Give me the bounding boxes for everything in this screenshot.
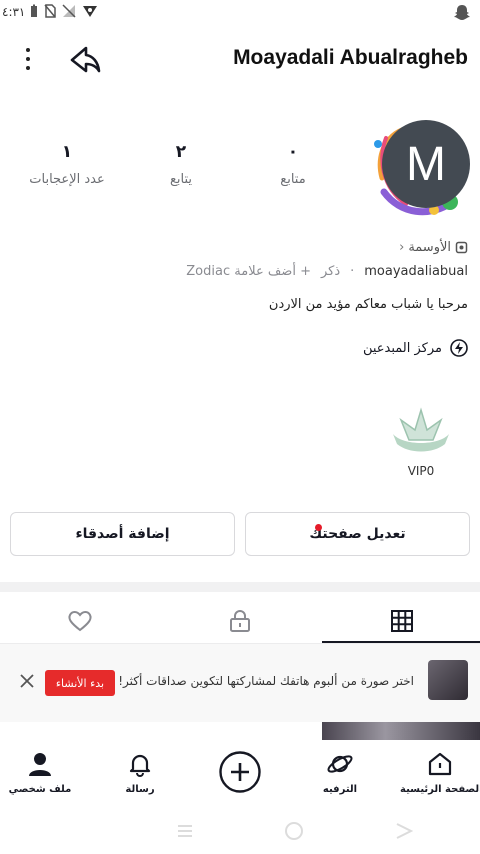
home-button-icon[interactable] xyxy=(284,821,304,841)
nav-home-label: الصفحة الرئيسية xyxy=(400,784,480,795)
add-friends-button[interactable]: إضافة أصدقاء xyxy=(10,512,235,556)
dot-separator: · xyxy=(350,264,355,279)
back-icon[interactable] xyxy=(394,821,414,841)
start-creating-button[interactable]: بدء الأنشاء xyxy=(45,670,115,696)
likes-stat[interactable]: ١ عدد الإعجابات xyxy=(12,142,122,187)
chevron-left-icon: ‹ xyxy=(399,240,405,255)
banner-thumbnail xyxy=(428,660,468,700)
status-icons xyxy=(30,4,98,18)
following-label: يتابع xyxy=(169,172,193,187)
nav-home[interactable]: الصفحة الرئيسية xyxy=(400,750,480,795)
lock-icon xyxy=(230,610,250,632)
signal-off-icon xyxy=(62,4,76,18)
following-count: ٢ xyxy=(175,142,187,162)
lightning-icon xyxy=(450,339,468,357)
username-handle: moayadaliabual xyxy=(364,264,468,279)
planet-icon xyxy=(327,755,353,773)
nav-create[interactable] xyxy=(200,750,280,798)
followers-stat[interactable]: ٠ متابع xyxy=(238,142,348,187)
tab-videos[interactable] xyxy=(322,598,480,644)
grid-icon xyxy=(391,610,413,632)
status-bar: ٤:٣١ xyxy=(0,0,480,26)
banner-text: اختر صورة من ألبوم هاتفك لمشاركتها لتكوي… xyxy=(118,674,414,688)
close-icon[interactable] xyxy=(18,672,36,690)
likes-label: عدد الإعجابات xyxy=(29,172,105,187)
bottom-nav: الصفحة الرئيسية الترفيه رسالة ملف شخصي xyxy=(0,740,480,814)
vip-crest-icon xyxy=(393,407,449,452)
notification-dot xyxy=(315,524,322,531)
battery-icon xyxy=(31,4,37,17)
avatar-frame[interactable]: M xyxy=(360,118,472,224)
avatar: M xyxy=(382,120,470,208)
recent-apps-icon[interactable] xyxy=(176,822,194,840)
plus-icon xyxy=(219,751,261,793)
add-zodiac-tag[interactable]: + أضف علامة Zodiac xyxy=(186,264,311,279)
bio-text: مرحبا يا شباب معاكم مؤيد من الاردن xyxy=(268,297,468,312)
edit-profile-button[interactable]: تعديل صفحتك xyxy=(245,512,470,556)
followers-label: متابع xyxy=(280,172,306,187)
creator-center-link[interactable]: مركز المبدعين xyxy=(363,339,468,357)
nav-entertainment-label: الترفيه xyxy=(322,784,358,795)
tab-liked[interactable] xyxy=(0,598,160,644)
badge-icon xyxy=(455,241,468,254)
badges-label: الأوسمة xyxy=(408,240,451,255)
nav-entertainment[interactable]: الترفيه xyxy=(300,750,380,795)
followers-count: ٠ xyxy=(287,142,299,162)
photo-suggestion-banner: اختر صورة من ألبوم هاتفك لمشاركتها لتكوي… xyxy=(0,644,480,722)
home-icon xyxy=(428,752,452,776)
status-time: ٤:٣١ xyxy=(2,5,26,19)
likes-count: ١ xyxy=(61,142,73,162)
bell-icon xyxy=(129,754,151,777)
add-friends-label: إضافة أصدقاء xyxy=(75,526,170,542)
person-icon xyxy=(29,753,51,776)
share-icon[interactable] xyxy=(66,42,104,76)
following-stat[interactable]: ٢ يتابع xyxy=(126,142,236,187)
video-thumbnail[interactable] xyxy=(322,722,480,740)
profile-info-row: moayadaliabual · ذكر + أضف علامة Zodiac xyxy=(186,264,468,279)
badges-link[interactable]: الأوسمة ‹ xyxy=(399,240,468,255)
gender-label: ذكر xyxy=(320,264,341,279)
tab-private[interactable] xyxy=(160,598,320,644)
edit-profile-label: تعديل صفحتك xyxy=(309,526,406,542)
more-options-button[interactable] xyxy=(16,44,40,74)
vpn-icon xyxy=(83,6,97,17)
vip-label: VIP0 xyxy=(407,464,435,478)
creator-center-label: مركز المبدعين xyxy=(362,340,442,356)
nav-profile-label: ملف شخصي xyxy=(8,784,72,795)
nav-profile[interactable]: ملف شخصي xyxy=(0,750,80,795)
page-title: Moayadali Abualragheb xyxy=(233,46,468,69)
heart-icon xyxy=(68,611,92,632)
system-nav-bar xyxy=(0,814,480,854)
section-divider xyxy=(0,582,480,592)
vip-badge[interactable]: VIP0 xyxy=(386,406,456,478)
nav-messages[interactable]: رسالة xyxy=(100,750,180,795)
nav-messages-label: رسالة xyxy=(125,784,155,795)
no-sim-icon xyxy=(44,4,56,18)
snapchat-icon xyxy=(454,5,470,20)
